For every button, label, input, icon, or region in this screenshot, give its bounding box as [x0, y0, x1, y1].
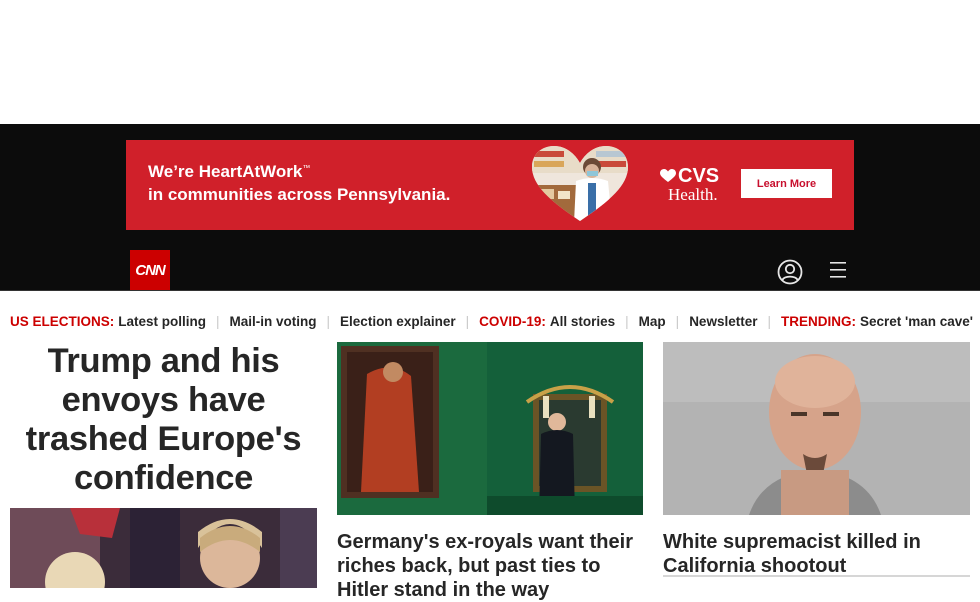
all-stories-link[interactable]: All stories: [550, 314, 615, 329]
covid-label: COVID-19:: [479, 313, 546, 329]
latest-polling-link[interactable]: Latest polling: [118, 314, 206, 329]
separator: |: [625, 313, 629, 329]
map-link[interactable]: Map: [639, 314, 666, 329]
ad-pharmacist-photo: [532, 146, 628, 221]
ad-headline: We’re HeartAtWork™: [148, 162, 310, 182]
story-card-shootout[interactable]: White supremacist killed in California s…: [663, 342, 970, 578]
hamburger-menu-icon[interactable]: [826, 260, 850, 280]
election-explainer-link[interactable]: Election explainer: [340, 314, 456, 329]
ad-line1-prefix: We’re: [148, 162, 194, 181]
us-elections-label: US ELECTIONS:: [10, 313, 115, 329]
top-whitespace: [0, 0, 980, 124]
trending-item-link[interactable]: Secret 'man cave': [860, 314, 973, 329]
story-photo-germany[interactable]: [337, 342, 643, 515]
heart-icon: [660, 169, 676, 182]
story-photo-mugshot[interactable]: [663, 342, 970, 515]
separator: |: [767, 313, 771, 329]
separator: |: [216, 313, 220, 329]
ad-trademark: ™: [302, 163, 311, 173]
lead-headline[interactable]: Trump and his envoys have trashed Europe…: [10, 342, 317, 498]
separator: |: [326, 313, 331, 329]
cvs-logo-text: CVS: [678, 165, 720, 187]
story-title-germany[interactable]: Germany's ex-royals want their riches ba…: [337, 530, 643, 602]
lead-story-photo[interactable]: [10, 508, 317, 588]
cnn-logo[interactable]: CNN: [130, 250, 170, 290]
health-logo-text: Health.: [668, 185, 718, 204]
ad-subheadline: in communities across Pennsylvania.: [148, 185, 451, 204]
learn-more-button[interactable]: Learn More: [741, 169, 832, 198]
story-title-shootout[interactable]: White supremacist killed in California s…: [663, 530, 970, 578]
mail-in-voting-link[interactable]: Mail-in voting: [230, 314, 317, 329]
trending-topics-bar: US ELECTIONS: Latest polling | Mail-in v…: [10, 311, 973, 331]
main-nav-bar: CNN: [0, 250, 980, 291]
cvs-ad-banner[interactable]: We’re HeartAtWork™ in communities across…: [126, 140, 854, 230]
story-card-germany[interactable]: Germany's ex-royals want their riches ba…: [337, 342, 643, 602]
separator: |: [465, 313, 470, 329]
separator: |: [675, 313, 680, 329]
trending-label: TRENDING:: [780, 313, 856, 329]
cvs-health-logo: CVS Health.: [660, 166, 719, 203]
divider: [663, 575, 970, 577]
advertisement-band: We’re HeartAtWork™ in communities across…: [0, 124, 980, 250]
lead-story-column: Trump and his envoys have trashed Europe…: [10, 342, 317, 498]
user-icon[interactable]: [777, 259, 803, 285]
ad-brand-text: HeartAtWork: [198, 162, 303, 181]
newsletter-link[interactable]: Newsletter: [689, 314, 757, 329]
